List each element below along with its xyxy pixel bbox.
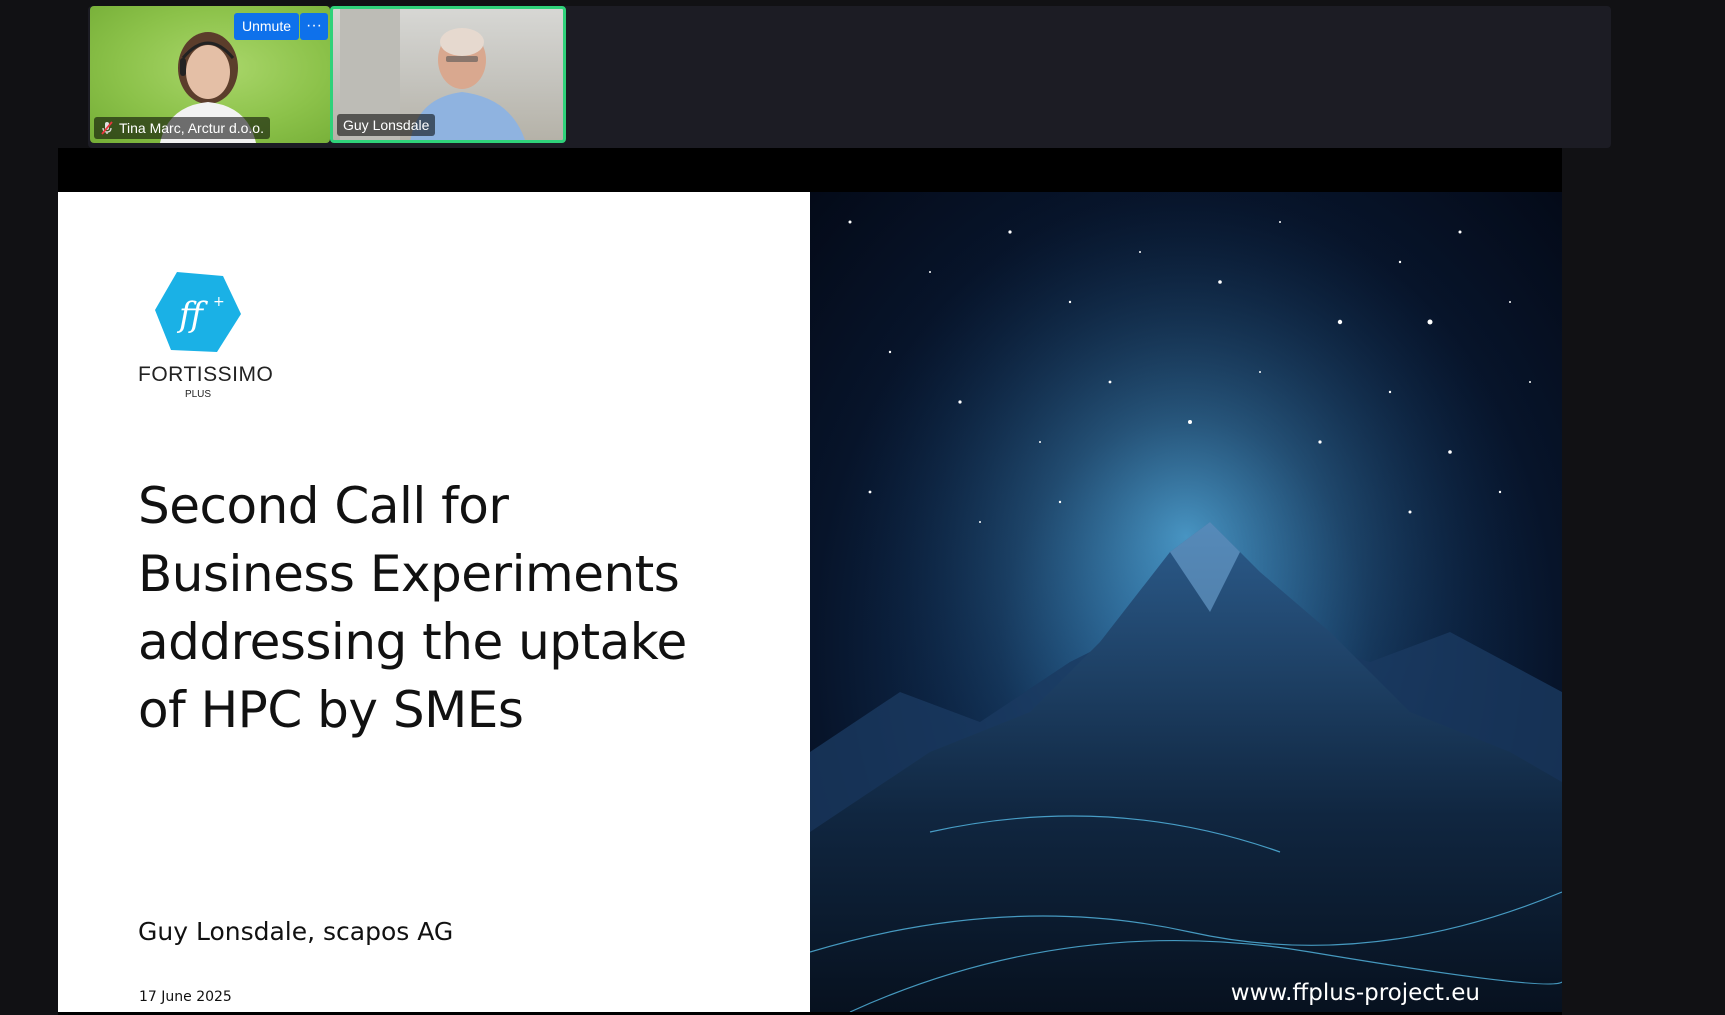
slide-title-line: addressing the uptake [138,613,687,671]
slide-url: www.ffplus-project.eu [1230,980,1480,1006]
participant-tile-tina[interactable]: Tina Marc, Arctur d.o.o. Unmute ··· [90,6,330,143]
ff-plus-logo-icon: ff + [155,272,241,352]
unmute-button[interactable]: Unmute [234,13,300,40]
slide-date: 17 June 2025 [139,989,232,1005]
mountain-illustration [810,192,1562,1012]
mountain-starry-sky-image: www.ffplus-project.eu [810,192,1562,1012]
mic-muted-icon [101,121,113,135]
svg-text:+: + [213,294,225,310]
presentation-slide: ff + FORTISSIMO PLUS Second Call for Bus… [58,192,1562,1012]
slide-text-panel: ff + FORTISSIMO PLUS Second Call for Bus… [58,192,810,1012]
right-margin [1562,148,1725,1015]
slide-title: Second Call for Business Experiments add… [138,472,758,744]
logo-wordmark: FORTISSIMO [138,363,274,386]
participant-name-tag: Guy Lonsdale [337,114,436,136]
participant-name: Guy Lonsdale [343,117,430,133]
fortissimo-logo: ff + FORTISSIMO PLUS [138,270,274,400]
slide-title-line: of HPC by SMEs [138,681,524,739]
more-options-button[interactable]: ··· [300,13,328,40]
meeting-window: Tina Marc, Arctur d.o.o. Unmute ··· Guy … [0,0,1725,1015]
slide-title-line: Business Experiments [138,545,680,603]
participant-name-tag: Tina Marc, Arctur d.o.o. [94,117,270,139]
participant-strip: Tina Marc, Arctur d.o.o. Unmute ··· Guy … [88,6,1611,148]
participant-name: Tina Marc, Arctur d.o.o. [119,120,264,136]
slide-title-line: Second Call for [138,477,509,535]
slide-presenter: Guy Lonsdale, scapos AG [138,917,454,946]
logo-subtext: PLUS [184,389,212,400]
participant-tile-guy[interactable]: Guy Lonsdale [330,6,566,143]
shared-screen: ff + FORTISSIMO PLUS Second Call for Bus… [58,148,1562,1015]
